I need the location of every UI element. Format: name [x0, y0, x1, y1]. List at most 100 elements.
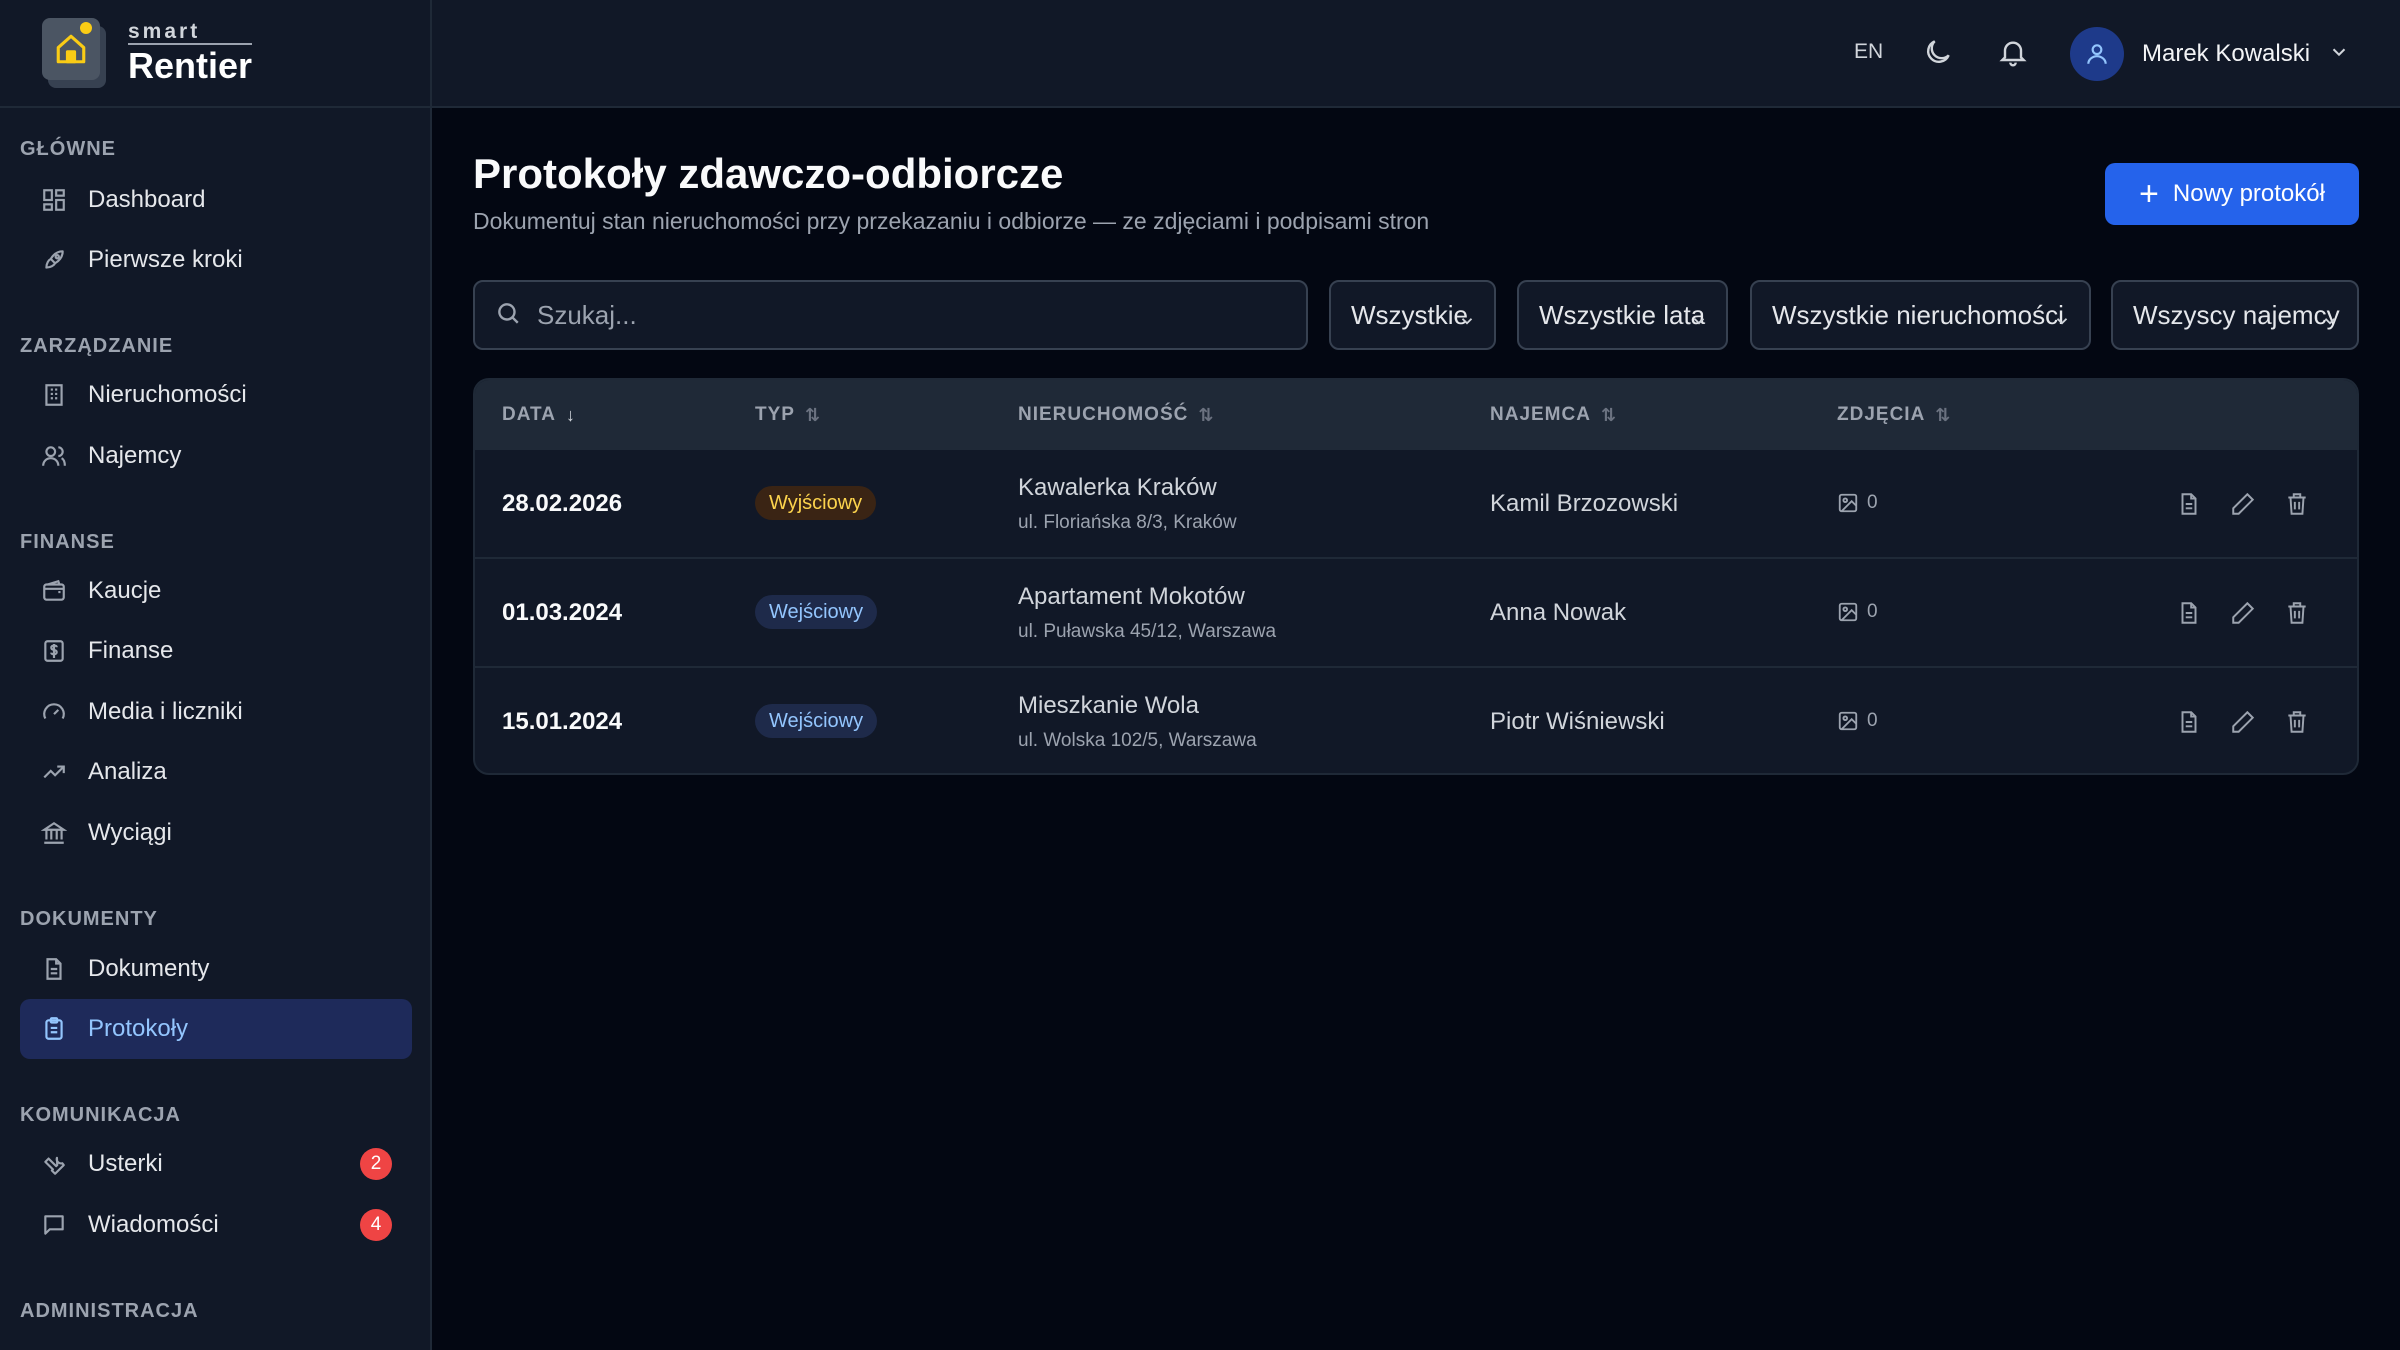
- table-row[interactable]: 01.03.2024 Wejściowy Apartament Mokotów …: [475, 557, 2357, 666]
- search-icon: [495, 300, 521, 331]
- view-document-icon[interactable]: [2173, 706, 2205, 738]
- filter-property-select[interactable]: Wszystkie nieruchomości: [1750, 280, 2091, 350]
- user-menu[interactable]: Marek Kowalski: [2070, 26, 2350, 82]
- sidebar-item-wiadomosci[interactable]: Wiadomości 4: [20, 1195, 412, 1255]
- table-row[interactable]: 15.01.2024 Wejściowy Mieszkanie Wola ul.…: [475, 666, 2357, 773]
- column-property[interactable]: NIERUCHOMOŚĆ ⇅: [1018, 404, 1214, 426]
- type-badge: Wyjściowy: [755, 486, 877, 520]
- dollar-icon: [40, 637, 68, 665]
- edit-icon[interactable]: [2227, 597, 2259, 629]
- column-type[interactable]: TYP ⇅: [755, 404, 821, 426]
- sidebar-item-media[interactable]: Media i liczniki: [20, 682, 412, 742]
- table-row[interactable]: 28.02.2026 Wyjściowy Kawalerka Kraków ul…: [475, 448, 2357, 557]
- property-address: ul. Wolska 102/5, Warszawa: [1018, 730, 1257, 751]
- sidebar-item-finanse[interactable]: Finanse: [20, 621, 412, 681]
- column-label: TYP: [755, 404, 795, 425]
- gauge-icon: [40, 698, 68, 726]
- filter-year-select[interactable]: Wszystkie lata: [1517, 280, 1728, 350]
- property-name: Kawalerka Kraków: [1018, 474, 1217, 501]
- sidebar-item-dashboard[interactable]: Dashboard: [20, 170, 412, 230]
- sort-icon: ⇅: [804, 404, 822, 425]
- property-address: ul. Puławska 45/12, Warszawa: [1018, 621, 1277, 642]
- sidebar-item-nieruchomosci[interactable]: Nieruchomości: [20, 365, 412, 425]
- sidebar-item-label: Wyciągi: [88, 819, 172, 846]
- photo-count: 0: [1837, 710, 1878, 732]
- filter-year-value: Wszystkie lata: [1539, 299, 1706, 330]
- delete-icon[interactable]: [2281, 597, 2313, 629]
- sidebar-item-label: Media i liczniki: [88, 698, 243, 725]
- tenant-name: Anna Nowak: [1490, 599, 1627, 626]
- image-icon: [1838, 493, 1858, 513]
- search-input[interactable]: [537, 299, 1297, 331]
- sidebar-item-wyciagi[interactable]: Wyciągi: [20, 803, 412, 863]
- delete-icon[interactable]: [2281, 706, 2313, 738]
- photo-count-value: 0: [1867, 601, 1878, 622]
- sidebar-item-label: Protokoły: [88, 1015, 189, 1042]
- moon-icon[interactable]: [1922, 36, 1956, 70]
- column-date[interactable]: DATA ↓: [502, 404, 576, 426]
- row-date: 01.03.2024: [502, 599, 623, 626]
- new-protocol-label: Nowy protokół: [2172, 180, 2325, 207]
- sidebar-item-analiza[interactable]: Analiza: [20, 742, 412, 802]
- filter-type-value: Wszystkie: [1351, 299, 1468, 330]
- sidebar-item-label: Analiza: [88, 758, 167, 785]
- sort-icon: ⇅: [1600, 404, 1618, 425]
- view-document-icon[interactable]: [2173, 597, 2205, 629]
- avatar: [2070, 27, 2124, 81]
- edit-icon[interactable]: [2227, 706, 2259, 738]
- view-document-icon[interactable]: [2173, 488, 2205, 520]
- search-box: [473, 280, 1308, 350]
- sidebar-item-label: Usterki: [88, 1150, 163, 1177]
- usterki-count-badge: 2: [360, 1148, 392, 1180]
- column-label: ZDJĘCIA: [1837, 404, 1926, 425]
- sidebar-item-protokoly[interactable]: Protokoły: [20, 999, 412, 1059]
- bell-icon[interactable]: [1997, 36, 2031, 70]
- section-administracja: ADMINISTRACJA: [20, 1300, 199, 1322]
- filter-tenant-select[interactable]: Wszyscy najemcy: [2111, 280, 2359, 350]
- photo-count: 0: [1837, 492, 1878, 514]
- brand-name: Rentier: [128, 43, 253, 86]
- chevron-down-icon: [2053, 306, 2071, 337]
- logo[interactable]: smart Rentier: [0, 0, 430, 108]
- column-label: NIERUCHOMOŚĆ: [1018, 404, 1189, 425]
- column-label: DATA: [502, 404, 556, 425]
- section-dokumenty: DOKUMENTY: [20, 908, 158, 930]
- users-icon: [40, 442, 68, 470]
- section-glowne: GŁÓWNE: [20, 138, 116, 160]
- sidebar-item-label: Najemcy: [88, 442, 182, 469]
- photo-count: 0: [1837, 601, 1878, 623]
- sidebar-item-najemcy[interactable]: Najemcy: [20, 426, 412, 486]
- sidebar-item-dokumenty[interactable]: Dokumenty: [20, 939, 412, 999]
- column-label: NAJEMCA: [1490, 404, 1591, 425]
- chevron-down-icon: [2328, 41, 2350, 68]
- sort-desc-icon: ↓: [565, 404, 576, 425]
- dashboard-icon: [40, 186, 68, 214]
- column-tenant[interactable]: NAJEMCA ⇅: [1490, 404, 1617, 426]
- sidebar-item-pierwsze-kroki[interactable]: Pierwsze kroki: [20, 230, 412, 290]
- image-icon: [1838, 711, 1858, 731]
- wallet-icon: [40, 577, 68, 605]
- chevron-down-icon: [1690, 306, 1708, 337]
- sort-icon: ⇅: [1198, 404, 1215, 425]
- language-switch[interactable]: EN: [1854, 40, 1883, 64]
- row-date: 15.01.2024: [502, 708, 623, 735]
- sidebar-item-kaucje[interactable]: Kaucje: [20, 561, 412, 621]
- rocket-icon: [40, 246, 68, 274]
- delete-icon[interactable]: [2281, 488, 2313, 520]
- property-address: ul. Floriańska 8/3, Kraków: [1018, 512, 1237, 533]
- filter-type-select[interactable]: Wszystkie: [1329, 280, 1496, 350]
- new-protocol-button[interactable]: + Nowy protokół: [2105, 163, 2359, 225]
- table-header: DATA ↓ TYP ⇅ NIERUCHOMOŚĆ ⇅ NAJEMCA ⇅ ZD…: [475, 380, 2357, 448]
- column-photos[interactable]: ZDJĘCIA ⇅: [1837, 404, 1951, 426]
- building-icon: [40, 381, 68, 409]
- filter-property-value: Wszystkie nieruchomości: [1772, 299, 2064, 330]
- logo-icon: [42, 18, 106, 88]
- wiadomosci-count-badge: 4: [360, 1209, 392, 1241]
- wrench-icon: [40, 1150, 68, 1178]
- edit-icon[interactable]: [2227, 488, 2259, 520]
- property-name: Mieszkanie Wola: [1018, 692, 1199, 719]
- section-zarzadzanie: ZARZĄDZANIE: [20, 335, 174, 357]
- sidebar-item-usterki[interactable]: Usterki 2: [20, 1134, 412, 1194]
- filter-tenant-value: Wszyscy najemcy: [2133, 299, 2340, 330]
- sidebar-item-label: Wiadomości: [88, 1211, 219, 1238]
